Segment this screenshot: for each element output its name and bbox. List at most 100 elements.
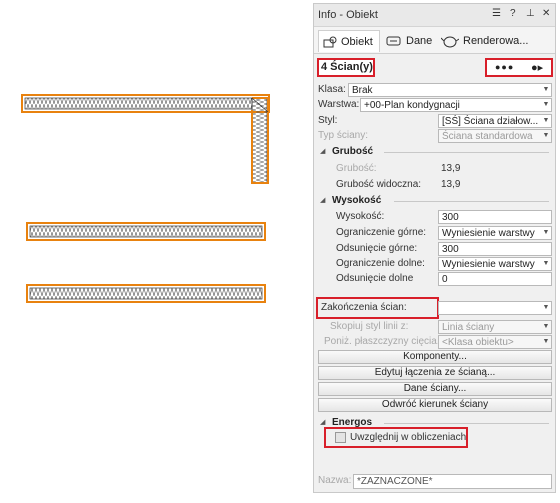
wysokosc-label: Wysokość:: [336, 211, 385, 222]
tab-dane-label: Dane: [406, 35, 433, 47]
data-icon: [386, 36, 401, 46]
row-ograniczenie-gorne: Ograniczenie górne: Wyniesienie warstwy ▼: [314, 226, 555, 241]
chevron-down-icon: ▼: [542, 132, 550, 139]
odsuniecie-dolne-input[interactable]: 0: [438, 272, 552, 286]
row-odsuniecie-gorne: Odsunięcie górne: 300: [314, 242, 555, 257]
selection-row: 4 Ścian(y) ●●● ●▸: [314, 56, 555, 80]
odsuniecie-gorne-value: 300: [442, 244, 459, 255]
chevron-down-icon: ▼: [542, 229, 550, 236]
pin-icon[interactable]: ⊥: [526, 8, 535, 19]
row-klasa: Klasa: Brak ▼: [314, 83, 555, 98]
typ-value: Ściana standardowa: [442, 131, 533, 142]
skopiuj-select[interactable]: Linia ściany ▼: [438, 320, 552, 334]
grubosc-label: Grubość:: [336, 163, 377, 174]
grubosc-widoczna-value: 13,9: [441, 179, 461, 190]
skopiuj-value: Linia ściany: [442, 322, 495, 333]
klasa-label: Klasa:: [318, 84, 346, 95]
more-dots-icon[interactable]: ●●●: [495, 62, 514, 72]
dane-sciany-button[interactable]: Dane ściany...: [318, 382, 552, 396]
poniz-label: Poniż. płaszczyzny cięcia...: [324, 336, 446, 347]
wall-straight-1[interactable]: [26, 222, 266, 241]
nazwa-value: *ZAZNACZONE*: [357, 476, 433, 487]
wysokosc-title: Wysokość: [332, 195, 382, 206]
komponenty-button[interactable]: Komponenty...: [318, 350, 552, 364]
styl-label: Styl:: [318, 115, 338, 126]
plan-view[interactable]: [0, 0, 310, 500]
selection-count: 4 Ścian(y): [317, 58, 375, 77]
tab-obiekt-label: Obiekt: [341, 35, 373, 48]
ograniczenie-gorne-value: Wyniesienie warstwy: [442, 228, 535, 239]
chevron-down-icon: ▼: [542, 304, 550, 311]
uwzglednij-checkbox[interactable]: [335, 432, 346, 443]
section-divider: [384, 423, 549, 424]
warstwa-label: Warstwa:: [318, 99, 360, 110]
odsuniecie-dolne-value: 0: [442, 274, 448, 285]
row-warstwa: Warstwa: +00-Plan kondygnacji ▼: [314, 98, 555, 113]
skopiuj-label: Skopiuj styl linii z:: [330, 321, 409, 332]
zakonczenia-label: Zakończenia ścian:: [321, 302, 407, 313]
warstwa-select[interactable]: +00-Plan kondygnacji ▼: [360, 98, 552, 112]
wysokosc-input[interactable]: 300: [438, 210, 552, 224]
poniz-value: <Klasa obiektu>: [442, 337, 514, 348]
row-ograniczenie-dolne: Ograniczenie dolne: Wyniesienie warstwy ▼: [314, 257, 555, 272]
menu-icon[interactable]: ☰: [492, 8, 501, 19]
collapse-triangle-icon[interactable]: ◢: [320, 147, 325, 155]
grubosc-value: 13,9: [441, 163, 461, 174]
zakonczenia-select[interactable]: ▼: [438, 301, 552, 315]
styl-value: [SŚ] Ściana działow...: [442, 116, 539, 127]
tab-renderowanie-label: Renderowa...: [463, 35, 529, 47]
close-icon[interactable]: ✕: [542, 8, 550, 19]
tab-renderowanie[interactable]: Renderowa...: [441, 30, 528, 52]
row-skopiuj: Skopiuj styl linii z: Linia ściany ▼: [314, 320, 555, 335]
row-odsuniecie-dolne: Odsunięcie dolne 0: [314, 272, 555, 287]
object-icon: [323, 36, 337, 47]
row-wysokosc: Wysokość: 300: [314, 210, 555, 225]
odsuniecie-dolne-label: Odsunięcie dolne: [336, 273, 414, 284]
row-nazwa: Nazwa: *ZAZNACZONE*: [314, 474, 555, 489]
nazwa-label: Nazwa:: [318, 475, 352, 486]
grubosc-widoczna-label: Grubość widoczna:: [336, 179, 422, 190]
odsuniecie-gorne-label: Odsunięcie górne:: [336, 243, 418, 254]
chevron-down-icon: ▼: [542, 323, 550, 330]
selection-nav[interactable]: ●●● ●▸: [485, 58, 553, 77]
section-divider: [394, 201, 549, 202]
wall-straight-2[interactable]: [26, 284, 266, 303]
ograniczenie-gorne-select[interactable]: Wyniesienie warstwy ▼: [438, 226, 552, 240]
odwroc-kierunek-button[interactable]: Odwróć kierunek ściany: [318, 398, 552, 412]
edytuj-laczenia-button[interactable]: Edytuj łączenia ze ścianą...: [318, 366, 552, 380]
section-wysokosc[interactable]: ◢ Wysokość: [314, 194, 555, 208]
ograniczenie-dolne-label: Ograniczenie dolne:: [336, 258, 425, 269]
collapse-triangle-icon[interactable]: ◢: [320, 418, 325, 426]
collapse-triangle-icon[interactable]: ◢: [320, 196, 325, 204]
tab-obiekt[interactable]: Obiekt: [318, 30, 380, 52]
row-grubosc: Grubość: 13,9: [314, 162, 555, 177]
typ-label: Typ ściany:: [318, 130, 369, 141]
row-styl: Styl: [SŚ] Ściana działow... ▼: [314, 114, 555, 129]
section-divider: [384, 152, 549, 153]
help-icon[interactable]: ?: [510, 8, 516, 19]
chevron-down-icon: ▼: [542, 260, 550, 267]
next-element-icon[interactable]: ●▸: [531, 61, 543, 74]
palette-tabs: Obiekt Dane Renderowa...: [314, 27, 555, 54]
wall-l-shaped[interactable]: [21, 94, 270, 184]
chevron-down-icon: ▼: [542, 117, 550, 124]
section-grubosc[interactable]: ◢ Grubość: [314, 145, 555, 159]
typ-select[interactable]: Ściana standardowa ▼: [438, 129, 552, 143]
row-typ: Typ ściany: Ściana standardowa ▼: [314, 129, 555, 144]
ograniczenie-dolne-value: Wyniesienie warstwy: [442, 259, 535, 270]
warstwa-value: +00-Plan kondygnacji: [364, 100, 460, 111]
odsuniecie-gorne-input[interactable]: 300: [438, 242, 552, 256]
tab-dane[interactable]: Dane: [386, 30, 432, 52]
nazwa-input[interactable]: *ZAZNACZONE*: [353, 474, 552, 489]
row-grubosc-widoczna: Grubość widoczna: 13,9: [314, 178, 555, 193]
drawing-canvas[interactable]: [0, 0, 310, 500]
klasa-select[interactable]: Brak ▼: [348, 83, 552, 97]
render-teapot-icon: [441, 36, 459, 48]
ograniczenie-dolne-select[interactable]: Wyniesienie warstwy ▼: [438, 257, 552, 271]
grubosc-title: Grubość: [332, 146, 374, 157]
palette-titlebar[interactable]: Info - Obiekt ☰ ? ⊥ ✕: [314, 4, 555, 27]
palette-title: Info - Obiekt: [318, 9, 378, 21]
styl-select[interactable]: [SŚ] Ściana działow... ▼: [438, 114, 552, 128]
poniz-select[interactable]: <Klasa obiektu> ▼: [438, 335, 552, 349]
row-zakonczenia: Zakończenia ścian: ▼: [314, 301, 555, 316]
